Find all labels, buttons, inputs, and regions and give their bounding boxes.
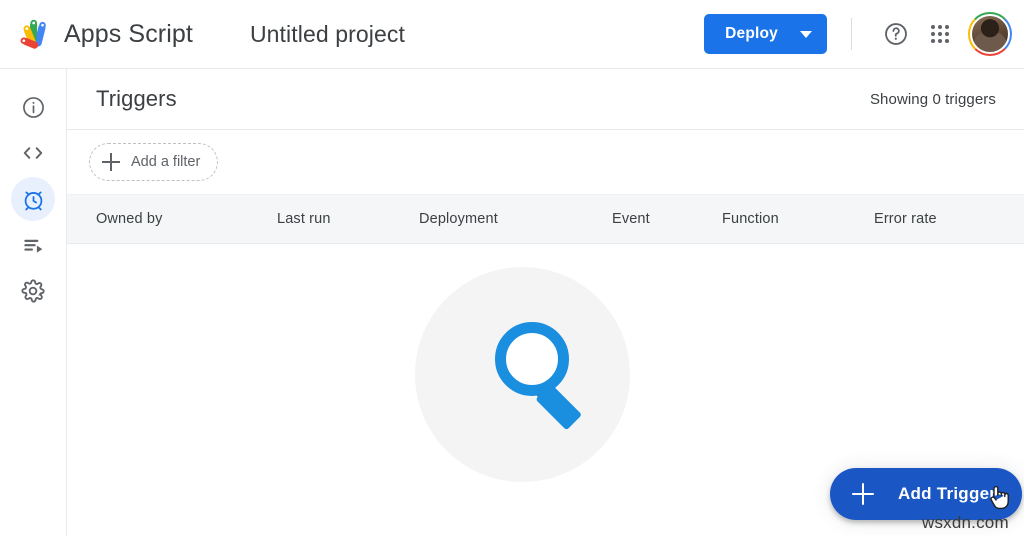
empty-state-backdrop: [415, 267, 630, 482]
apps-grid-dots: [931, 25, 949, 43]
top-bar-actions: Deploy: [704, 12, 1012, 56]
add-filter-chip[interactable]: Add a filter: [89, 143, 218, 181]
top-bar: Apps Script Untitled project Deploy: [0, 0, 1024, 69]
sidebar-item-editor[interactable]: [11, 131, 55, 175]
page-header: Triggers Showing 0 triggers: [67, 69, 1024, 130]
avatar-image: [970, 14, 1010, 54]
apps-grid-icon[interactable]: [918, 12, 962, 56]
plus-icon: [102, 153, 120, 171]
project-title[interactable]: Untitled project: [245, 18, 410, 51]
sidebar-item-overview[interactable]: [11, 85, 55, 129]
filter-bar: Add a filter: [67, 130, 1024, 195]
add-trigger-label: Add Trigger: [898, 484, 996, 504]
deploy-button-label: Deploy: [725, 25, 778, 43]
column-header-event[interactable]: Event: [612, 211, 650, 227]
column-header-deployment[interactable]: Deployment: [419, 211, 498, 227]
magnifying-glass-illustration: [448, 297, 598, 447]
left-nav-rail: [0, 69, 67, 536]
toolbar-divider: [851, 18, 852, 50]
help-circle-icon[interactable]: [874, 12, 918, 56]
main-content: Triggers Showing 0 triggers Add a filter…: [67, 69, 1024, 536]
column-header-function[interactable]: Function: [722, 211, 779, 227]
app-root: Apps Script Untitled project Deploy: [0, 0, 1024, 536]
brand[interactable]: Apps Script: [14, 13, 193, 55]
brand-name: Apps Script: [64, 20, 193, 49]
apps-script-logo: [14, 13, 56, 55]
showing-count: Showing 0 triggers: [870, 91, 996, 108]
column-header-error-rate[interactable]: Error rate: [874, 211, 937, 227]
deploy-button[interactable]: Deploy: [704, 14, 827, 54]
chevron-down-icon: [800, 31, 812, 38]
plus-icon: [852, 483, 874, 505]
triggers-table-header: Owned by Last run Deployment Event Funct…: [67, 195, 1024, 244]
sidebar-item-triggers[interactable]: [11, 177, 55, 221]
column-header-owned-by[interactable]: Owned by: [96, 211, 163, 227]
page-title: Triggers: [96, 86, 177, 112]
avatar[interactable]: [968, 12, 1012, 56]
sidebar-item-executions[interactable]: [11, 223, 55, 267]
watermark: wsxdn.com: [922, 513, 1009, 533]
sidebar-item-settings[interactable]: [11, 269, 55, 313]
column-header-last-run[interactable]: Last run: [277, 211, 331, 227]
add-filter-label: Add a filter: [131, 154, 200, 170]
